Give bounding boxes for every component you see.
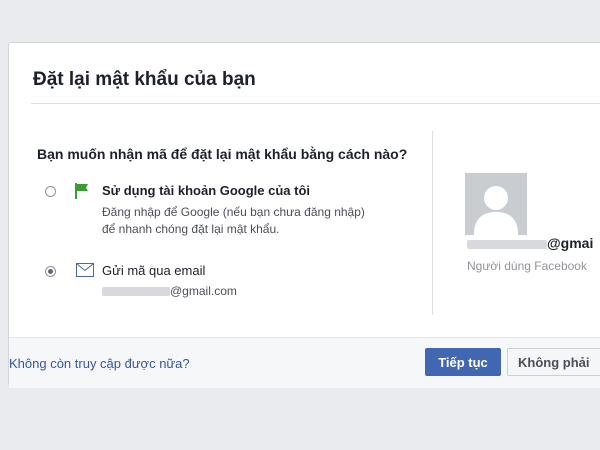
google-option-description: Đăng nhập để Google (nếu bạn chưa đăng n… (102, 204, 365, 238)
user-avatar (465, 173, 527, 235)
dialog-title: Đặt lại mật khẩu của bạn (33, 69, 256, 90)
envelope-icon (76, 263, 94, 282)
email-domain: @gmail.com (170, 284, 237, 298)
continue-button[interactable]: Tiếp tục (425, 348, 501, 376)
radio-google-option[interactable] (45, 186, 56, 197)
user-role: Người dùng Facebook (467, 259, 587, 273)
dialog-footer: Không còn truy cập được nữa? Tiếp tục Kh… (9, 337, 600, 388)
user-email: @gmai (467, 235, 593, 251)
no-longer-have-access-link[interactable]: Không còn truy cập được nữa? (9, 356, 190, 371)
not-you-button[interactable]: Không phải (507, 348, 600, 376)
masked-email-local-part (102, 287, 170, 297)
google-option-title[interactable]: Sử dụng tài khoản Google của tôi (102, 183, 310, 198)
google-option-desc-line2: để nhanh chóng đặt lại mật khẩu. (102, 222, 280, 236)
email-option-address: @gmail.com (102, 283, 237, 300)
radio-email-option[interactable] (45, 266, 56, 277)
google-flag-icon (73, 182, 93, 205)
user-email-domain: @gmai (547, 235, 594, 251)
email-option-title[interactable]: Gửi mã qua email (102, 263, 205, 278)
google-option-desc-line1: Đăng nhập để Google (nếu bạn chưa đăng n… (102, 205, 365, 219)
column-divider (432, 131, 433, 315)
reset-method-question: Bạn muốn nhận mã để đặt lại mật khẩu bằn… (37, 146, 408, 162)
title-divider (31, 103, 600, 104)
masked-user-email (467, 239, 547, 249)
reset-password-dialog: Đặt lại mật khẩu của bạn Bạn muốn nhận m… (8, 42, 600, 388)
